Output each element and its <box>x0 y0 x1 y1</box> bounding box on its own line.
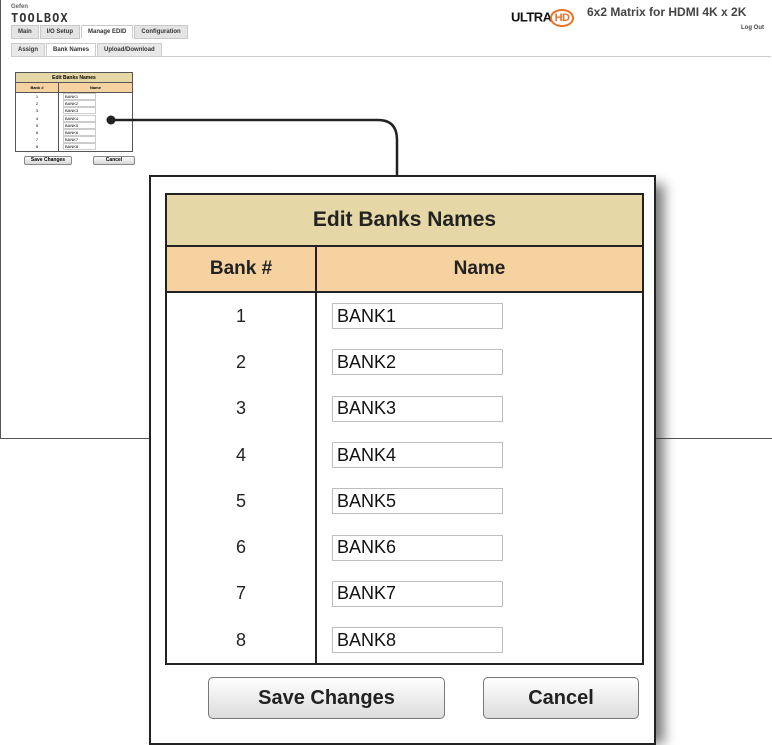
bank-number: 6 <box>235 537 246 558</box>
name-cell <box>317 432 642 478</box>
callout-dot <box>106 115 116 125</box>
bank-number: 3 <box>235 398 246 419</box>
table-header-row: Bank # Name <box>167 247 642 293</box>
table-title: Edit Banks Names <box>167 195 642 247</box>
name-cell <box>317 478 642 524</box>
bank-name-input-8[interactable] <box>332 627 503 654</box>
bank-number: 8 <box>235 629 246 650</box>
name-cell <box>317 524 642 570</box>
bank-number-column: 1 2 3 4 5 6 7 8 <box>167 293 317 664</box>
bank-number: 2 <box>235 351 246 372</box>
save-changes-button[interactable]: Save Changes <box>208 677 445 719</box>
name-cell <box>317 617 642 663</box>
bank-number: 1 <box>235 305 246 326</box>
column-header-bank: Bank # <box>167 247 317 291</box>
name-cell <box>317 571 642 617</box>
bank-name-input-7[interactable] <box>332 580 503 607</box>
zoomed-edit-banks-panel: Edit Banks Names Bank # Name 1 2 3 4 5 6… <box>149 175 656 745</box>
bank-name-input-2[interactable] <box>332 349 503 376</box>
table-body: 1 2 3 4 5 6 7 8 <box>167 293 642 664</box>
bank-name-input-1[interactable] <box>332 303 503 330</box>
bank-number: 4 <box>235 444 246 465</box>
name-cell <box>317 386 642 432</box>
bank-name-input-4[interactable] <box>332 442 503 469</box>
cancel-button[interactable]: Cancel <box>483 677 639 719</box>
bank-name-input-3[interactable] <box>332 395 503 422</box>
bank-name-column <box>317 293 642 663</box>
column-header-name: Name <box>453 258 506 279</box>
bank-name-input-6[interactable] <box>332 534 503 561</box>
bank-number: 5 <box>235 490 246 511</box>
callout-line <box>111 118 399 178</box>
bank-name-input-5[interactable] <box>332 488 503 515</box>
banks-table: Edit Banks Names Bank # Name 1 2 3 4 5 6… <box>165 193 644 666</box>
name-cell <box>317 339 642 385</box>
bank-number: 7 <box>235 583 246 604</box>
name-cell <box>317 293 642 339</box>
